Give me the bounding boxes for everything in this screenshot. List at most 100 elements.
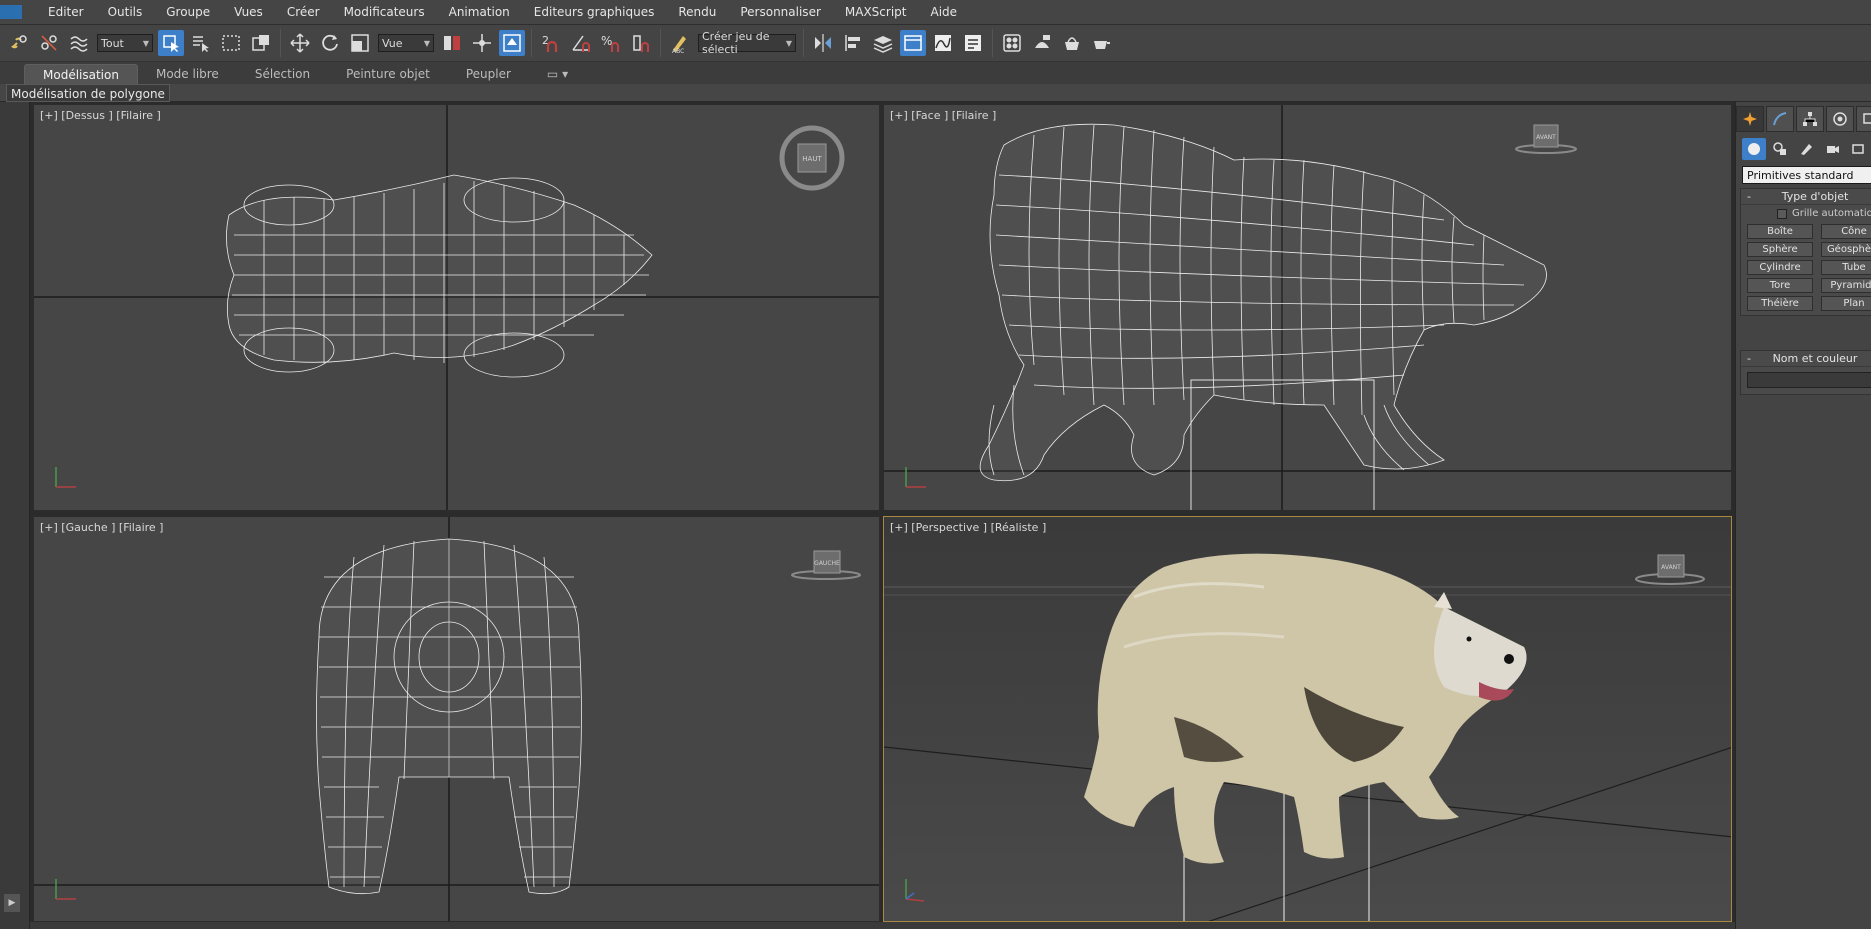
expand-arrow-icon[interactable]: ▶ <box>4 894 20 912</box>
material-editor-icon[interactable] <box>999 30 1025 56</box>
render-production-icon[interactable] <box>1089 30 1115 56</box>
bind-spacewarp-icon[interactable] <box>66 30 92 56</box>
subtab-polygon-modeling[interactable]: Modélisation de polygone <box>6 84 170 102</box>
helpers-icon[interactable] <box>1846 138 1870 160</box>
menu-vues[interactable]: Vues <box>222 0 275 25</box>
hierarchy-tab-icon[interactable] <box>1796 106 1824 132</box>
primitive-tube-button[interactable]: Tube <box>1821 260 1871 275</box>
primitive-geosphere-button[interactable]: Géosphère <box>1821 242 1871 257</box>
rectangle-selection-icon[interactable] <box>218 30 244 56</box>
named-selection-set-dropdown[interactable]: Créer jeu de sélecti ▼ <box>698 30 796 56</box>
edit-named-selection-icon[interactable]: ABC <box>667 30 693 56</box>
menu-bar: Editer Outils Groupe Vues Créer Modifica… <box>0 0 1871 25</box>
modify-tab-icon[interactable] <box>1766 106 1794 132</box>
spinner-snap-icon[interactable] <box>628 30 654 56</box>
autogrid-checkbox[interactable] <box>1777 208 1787 219</box>
create-tab-icon[interactable] <box>1736 106 1764 132</box>
primitive-tore-button[interactable]: Tore <box>1747 278 1813 293</box>
viewcube-front[interactable]: AVANT <box>1515 124 1577 154</box>
viewport-top-label[interactable]: [+] [Dessus ] [Filaire ] <box>40 109 161 122</box>
mirror-icon[interactable] <box>810 30 836 56</box>
menu-editer[interactable]: Editer <box>36 0 96 25</box>
primitive-cone-button[interactable]: Cône <box>1821 224 1871 239</box>
object-type-title[interactable]: - Type d'objet <box>1741 189 1871 205</box>
viewport-left[interactable]: [+] [Gauche ] [Filaire ] GAUCHE <box>33 516 880 922</box>
primitive-boite-button[interactable]: Boîte <box>1747 224 1813 239</box>
window-crossing-icon[interactable] <box>248 30 274 56</box>
menu-personnaliser[interactable]: Personnaliser <box>728 0 833 25</box>
primitive-theiere-button[interactable]: Théière <box>1747 296 1813 311</box>
primitive-plan-button[interactable]: Plan <box>1821 296 1871 311</box>
tab-mode-libre[interactable]: Mode libre <box>138 64 237 84</box>
curve-editor-icon[interactable] <box>930 30 956 56</box>
viewcube-left[interactable]: GAUCHE <box>791 550 861 580</box>
object-type-title-text: Type d'objet <box>1781 190 1849 203</box>
viewport-left-label[interactable]: [+] [Gauche ] [Filaire ] <box>40 521 163 534</box>
select-object-icon[interactable] <box>158 30 184 56</box>
app-logo-icon[interactable] <box>0 5 22 19</box>
menu-modificateurs[interactable]: Modificateurs <box>332 0 437 25</box>
primitive-pyramide-button[interactable]: Pyramide <box>1821 278 1871 293</box>
menu-aide[interactable]: Aide <box>918 0 969 25</box>
shapes-icon[interactable] <box>1768 138 1792 160</box>
geometry-icon[interactable] <box>1742 138 1766 160</box>
svg-text:%: % <box>601 34 612 48</box>
display-tab-icon[interactable] <box>1856 106 1871 132</box>
viewport-layout-strip: ▶ <box>0 102 30 929</box>
ribbon-options-icon[interactable]: ▭ ▾ <box>529 64 586 84</box>
chevron-down-icon: ▼ <box>142 38 149 48</box>
keyboard-shortcut-override-icon[interactable] <box>499 30 525 56</box>
menu-editeurs-graphiques[interactable]: Editeurs graphiques <box>522 0 667 25</box>
link-icon[interactable] <box>6 30 32 56</box>
object-category-dropdown[interactable]: Primitives standard <box>1742 166 1871 184</box>
percent-snap-icon[interactable]: % <box>598 30 624 56</box>
main-toolbar: Tout ▼ Vue ▼ 2 % ABC Créer jeu de sélecti ▼ <box>0 25 1871 62</box>
menu-creer[interactable]: Créer <box>275 0 332 25</box>
command-panel: Primitives standard - Type d'objet Grille… <box>1735 102 1871 929</box>
primitive-sphere-button[interactable]: Sphère <box>1747 242 1813 257</box>
rotate-icon[interactable] <box>317 30 343 56</box>
select-by-name-icon[interactable] <box>188 30 214 56</box>
viewcube-perspective[interactable]: AVANT <box>1635 554 1705 585</box>
scale-icon[interactable] <box>347 30 373 56</box>
viewport-front-label[interactable]: [+] [Face ] [Filaire ] <box>890 109 996 122</box>
selection-filter-dropdown[interactable]: Tout ▼ <box>97 34 153 52</box>
toggle-scene-explorer-icon[interactable] <box>900 30 926 56</box>
lights-icon[interactable] <box>1794 138 1818 160</box>
viewport-top[interactable]: [+] [Dessus ] [Filaire ] HAUT <box>33 104 880 511</box>
snaps-toggle-icon[interactable]: 2 <box>538 30 564 56</box>
render-setup-icon[interactable] <box>1029 30 1055 56</box>
viewport-front[interactable]: [+] [Face ] [Filaire ] AVANT <box>883 104 1732 511</box>
tab-selection[interactable]: Sélection <box>237 64 328 84</box>
angle-snap-icon[interactable] <box>568 30 594 56</box>
viewport-perspective[interactable]: [+] [Perspective ] [Réaliste ] AVANT <box>883 516 1732 922</box>
object-name-input[interactable] <box>1747 372 1871 388</box>
reference-coord-dropdown[interactable]: Vue ▼ <box>378 34 434 52</box>
object-type-rollout: - Type d'objet Grille automatique Boîte C… <box>1740 188 1871 316</box>
schematic-view-icon[interactable] <box>960 30 986 56</box>
menu-maxscript[interactable]: MAXScript <box>833 0 919 25</box>
viewport-perspective-label[interactable]: [+] [Perspective ] [Réaliste ] <box>890 521 1046 534</box>
layer-explorer-icon[interactable] <box>870 30 896 56</box>
rendered-frame-window-icon[interactable] <box>1059 30 1085 56</box>
unlink-icon[interactable] <box>36 30 62 56</box>
toolbar-separator <box>280 29 281 57</box>
viewcube-top[interactable]: HAUT <box>779 125 845 191</box>
tab-peinture-objet[interactable]: Peinture objet <box>328 64 448 84</box>
tab-peupler[interactable]: Peupler <box>448 64 529 84</box>
name-color-title[interactable]: - Nom et couleur <box>1741 351 1871 367</box>
autogrid-checkbox-row[interactable]: Grille automatique <box>1777 208 1871 219</box>
menu-outils[interactable]: Outils <box>96 0 155 25</box>
motion-tab-icon[interactable] <box>1826 106 1854 132</box>
primitive-cylindre-button[interactable]: Cylindre <box>1747 260 1813 275</box>
pivot-center-icon[interactable] <box>439 30 465 56</box>
svg-text:ABC: ABC <box>672 48 684 54</box>
move-icon[interactable] <box>287 30 313 56</box>
tab-modelisation[interactable]: Modélisation <box>24 64 138 84</box>
cameras-icon[interactable] <box>1820 138 1844 160</box>
select-manipulate-icon[interactable] <box>469 30 495 56</box>
menu-rendu[interactable]: Rendu <box>666 0 728 25</box>
menu-animation[interactable]: Animation <box>437 0 522 25</box>
menu-groupe[interactable]: Groupe <box>154 0 222 25</box>
align-icon[interactable] <box>840 30 866 56</box>
